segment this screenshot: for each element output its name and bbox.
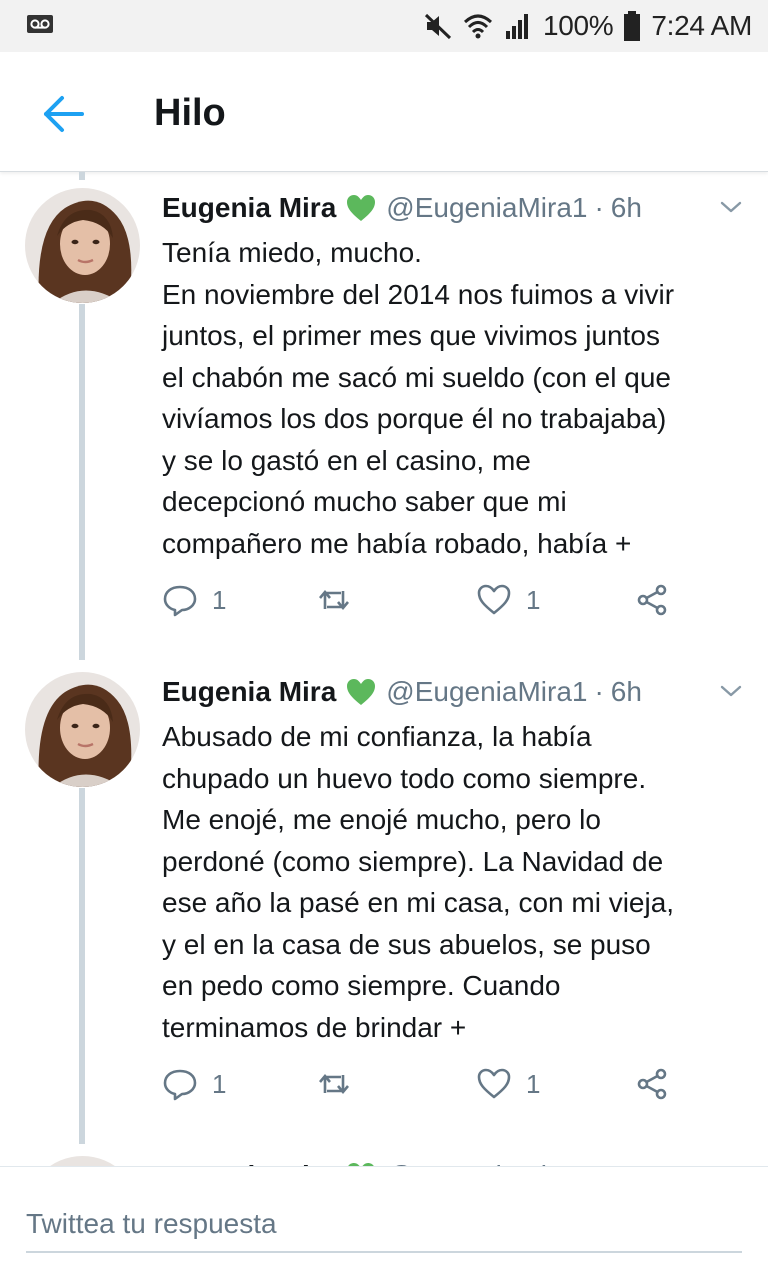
thread[interactable]: Eugenia Mira @EugeniaMira1 · 6h Tenía mi… <box>0 172 768 1166</box>
thread-line-1 <box>79 304 85 660</box>
back-button[interactable] <box>40 90 88 138</box>
voicemail-icon <box>27 15 53 33</box>
thread-line-top <box>79 172 85 180</box>
author-handle[interactable]: @EugeniaMira1 <box>386 676 587 708</box>
tweet-line: el chabón me sacó mi sueldo (con el que <box>162 361 671 393</box>
like-count: 1 <box>526 1068 541 1099</box>
tweet-line: ese año la pasé en mi casa, con mi vieja… <box>162 887 675 918</box>
retweet-icon <box>319 589 349 611</box>
tweet-line: en pedo como siempre. Cuando <box>162 970 561 1001</box>
like-button[interactable]: 1 <box>476 580 540 620</box>
separator: · <box>594 192 604 223</box>
reply-count: 1 <box>212 1068 227 1099</box>
tweet-line: terminamos de brindar + <box>162 1011 467 1043</box>
tweet-text: Abusado de mi confianza, la había chupad… <box>162 716 752 1048</box>
separator: · <box>594 676 604 707</box>
avatar[interactable] <box>25 1156 140 1166</box>
tweet-text: Tenía miedo, mucho. En noviembre del 201… <box>162 232 752 564</box>
share-button[interactable] <box>634 580 670 620</box>
reply-button[interactable]: 1 <box>162 580 226 620</box>
heart-icon <box>477 584 511 615</box>
tweet-actions: 1 1 <box>162 580 682 620</box>
avatar[interactable] <box>25 672 140 787</box>
reply-icon <box>163 585 197 617</box>
share-icon <box>637 1068 667 1100</box>
share-icon <box>637 584 667 616</box>
reply-button[interactable]: 1 <box>162 1064 226 1104</box>
share-button[interactable] <box>634 1064 670 1104</box>
green-heart-icon <box>347 679 376 705</box>
author-name[interactable]: Eugenia Mira <box>162 192 336 224</box>
back-arrow-icon <box>44 96 84 132</box>
reply-icon <box>163 1069 197 1101</box>
like-button[interactable]: 1 <box>476 1064 540 1104</box>
retweet-icon <box>319 1073 349 1095</box>
tweet-line: y el en la casa de sus abuelos, se puso <box>162 928 651 960</box>
tweet-line: juntos, el primer mes que vivimos juntos <box>162 320 660 351</box>
tweet-line: perdoné (como siempre). La Navidad de <box>162 845 664 877</box>
like-count: 1 <box>526 584 541 615</box>
status-bar: 100% 7:24 AM <box>0 0 768 52</box>
retweet-button[interactable] <box>316 580 352 620</box>
tweet-line: Tenía miedo, mucho. <box>162 237 422 268</box>
battery-percent: 100% <box>542 10 614 41</box>
battery-icon <box>624 11 641 41</box>
green-heart-icon <box>347 195 376 221</box>
reply-input[interactable] <box>26 1197 742 1253</box>
chevron-down-icon[interactable] <box>718 194 744 220</box>
chevron-down-icon[interactable] <box>718 678 744 704</box>
heart-icon <box>477 1068 511 1099</box>
signal-icon <box>505 14 528 39</box>
clock: 7:24 AM <box>651 10 752 41</box>
tweet-line: En noviembre del 2014 nos fuimos a vivir <box>162 278 675 310</box>
wifi-icon <box>463 14 492 39</box>
tweet-line: chupado un huevo todo como siempre. <box>162 762 647 794</box>
mute-icon <box>424 13 451 40</box>
tweet-time: 6h <box>610 676 642 707</box>
author-handle[interactable]: @EugeniaMira1 <box>386 192 587 224</box>
retweet-button[interactable] <box>316 1064 352 1104</box>
reply-bar <box>0 1166 768 1266</box>
tweet-line: vivíamos los dos porque él no trabajaba) <box>162 403 667 434</box>
author-name[interactable]: Eugenia Mira <box>162 676 336 708</box>
tweet-line: decepcionó mucho saber que mi <box>162 486 567 517</box>
page-title: Hilo <box>154 92 226 134</box>
tweet-line: Me enojé, me enojé mucho, pero lo <box>162 804 601 835</box>
tweet-time: 6h <box>610 192 642 223</box>
tweet-line: y se lo gastó en el casino, me <box>162 444 531 476</box>
app-header: Hilo <box>0 52 768 172</box>
avatar[interactable] <box>25 188 140 303</box>
tweet-line: Abusado de mi confianza, la había <box>162 721 592 752</box>
reply-count: 1 <box>212 584 227 615</box>
tweet-line: compañero me había robado, había + <box>162 527 632 559</box>
thread-line-2 <box>79 788 85 1144</box>
tweet-actions: 1 1 <box>162 1064 682 1104</box>
